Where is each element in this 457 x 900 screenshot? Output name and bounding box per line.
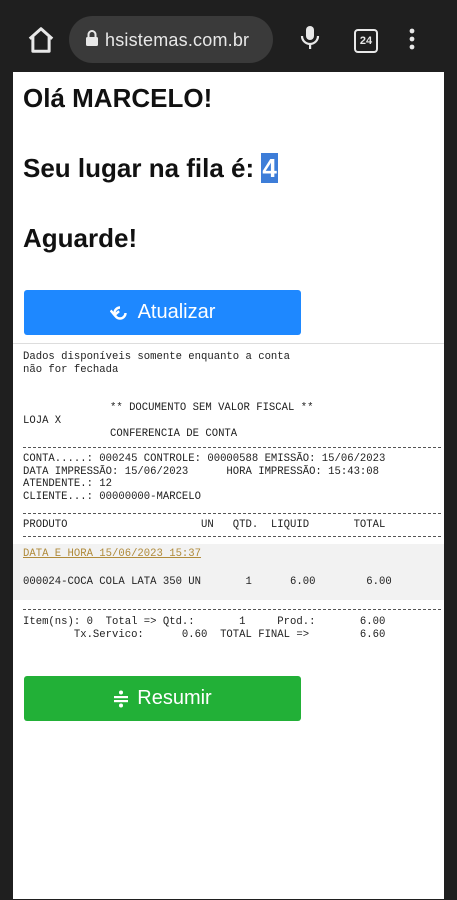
queue-label: Seu lugar na fila é: [23,153,262,183]
dashed-divider [23,447,441,448]
summary-button[interactable]: Resumir [24,676,301,721]
dashed-divider [23,609,441,610]
account-info: CONTA.....: 000245 CONTROLE: 00000588 EM… [23,453,386,503]
url-text: hsistemas.com.br [105,30,250,50]
dashed-divider [23,513,441,514]
queue-position-heading: Seu lugar na fila é: 4 [23,153,278,184]
availability-note: Dados disponíveis somente enquanto a con… [23,351,291,376]
tab-switcher-button[interactable]: 24 [354,29,378,53]
browser-toolbar: hsistemas.com.br 24 [0,0,457,72]
receipt-subtitle: CONFERENCIA DE CONTA [110,428,238,440]
receipt-doc-title: ** DOCUMENTO SEM VALOR FISCAL ** [110,402,314,414]
table-row: 000024-COCA COLA LATA 350 UN 1 6.00 6.00 [23,576,392,588]
home-icon[interactable] [26,25,56,55]
refresh-button[interactable]: Atualizar [24,290,301,335]
microphone-icon[interactable] [299,24,321,52]
divide-icon [114,690,129,707]
summary-button-label: Resumir [137,687,212,709]
refresh-icon [109,305,127,320]
datetime-link[interactable]: DATA E HORA 15/06/2023 15:37 [23,548,201,561]
refresh-button-label: Atualizar [137,301,216,323]
wait-heading: Aguarde! [23,223,138,253]
dashed-divider [23,536,441,537]
store-name: LOJA X [23,415,62,427]
page-content: Olá MARCELO! Seu lugar na fila é: 4 Agua… [13,72,444,899]
queue-number: 4 [261,153,278,183]
divider [13,343,444,344]
receipt-totals: Item(ns): 0 Total => Qtd.: 1 Prod.: 6.00… [23,616,386,641]
more-options-icon[interactable] [405,28,419,52]
lock-icon [86,30,98,46]
table-header: PRODUTO UN QTD. LIQUID TOTAL [23,519,386,531]
address-bar[interactable]: hsistemas.com.br [69,16,273,63]
greeting-heading: Olá MARCELO! [23,83,213,113]
